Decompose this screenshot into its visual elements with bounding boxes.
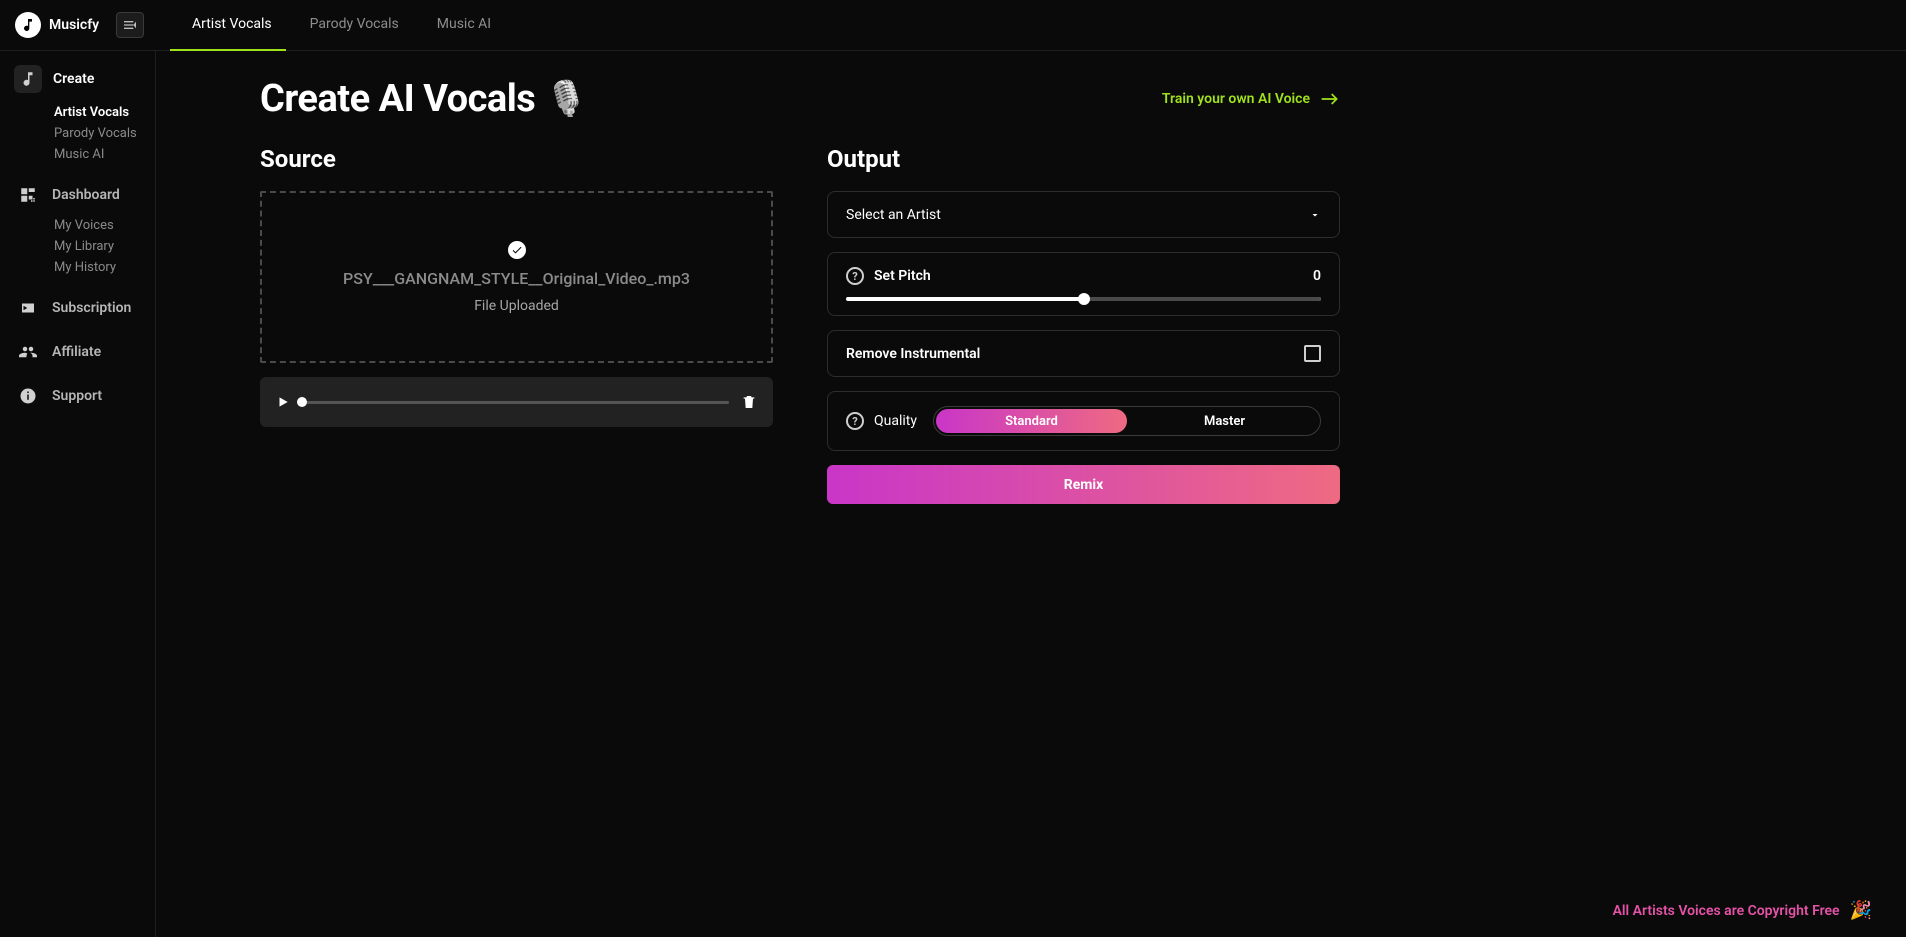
select-artist-dropdown[interactable]: Select an Artist	[827, 191, 1340, 238]
quality-standard[interactable]: Standard	[936, 409, 1127, 433]
sidebar-link-parody-vocals[interactable]: Parody Vocals	[54, 126, 141, 141]
quality-card: ? Quality Standard Master	[827, 391, 1340, 451]
play-icon	[276, 395, 290, 409]
pitch-value: 0	[1313, 268, 1321, 284]
pitch-card: ? Set Pitch 0	[827, 252, 1340, 316]
sidebar-item-affiliate[interactable]: Affiliate	[14, 341, 141, 363]
affiliate-icon	[17, 341, 39, 363]
tab-parody-vocals[interactable]: Parody Vocals	[310, 0, 399, 50]
uploaded-filename: PSY___GANGNAM_STYLE__Original_Video_.mp3	[343, 269, 690, 288]
playback-progress[interactable]	[302, 401, 729, 404]
sidebar-section-support: Support	[0, 385, 155, 407]
play-button[interactable]	[276, 395, 290, 409]
help-icon[interactable]: ?	[846, 412, 864, 430]
audio-player	[260, 377, 773, 427]
brand-name: Musicfy	[49, 17, 99, 33]
remove-instrumental-label: Remove Instrumental	[846, 346, 980, 362]
output-column: Output Select an Artist ? Set Pitch 0	[827, 145, 1340, 504]
output-heading: Output	[827, 145, 1340, 173]
quality-toggle: Standard Master	[933, 406, 1321, 436]
tab-artist-vocals[interactable]: Artist Vocals	[192, 0, 272, 50]
topbar: Musicfy Artist Vocals Parody Vocals Musi…	[0, 0, 1906, 51]
info-icon	[17, 385, 39, 407]
main-content: Create AI Vocals 🎙️ Train your own AI Vo…	[156, 51, 1906, 937]
sidebar-create-label: Create	[53, 71, 94, 87]
copyright-text: All Artists Voices are Copyright Free	[1613, 903, 1840, 919]
microphone-icon: 🎙️	[545, 79, 587, 119]
top-tabs: Artist Vocals Parody Vocals Music AI	[156, 0, 491, 50]
music-note-icon	[14, 65, 42, 93]
sidebar-dashboard-label: Dashboard	[52, 187, 120, 203]
pitch-slider[interactable]	[846, 297, 1321, 301]
pitch-label: Set Pitch	[874, 268, 931, 284]
pitch-track-right	[1084, 297, 1322, 301]
collapse-sidebar-button[interactable]	[116, 12, 144, 38]
help-icon[interactable]: ?	[846, 267, 864, 285]
sidebar-item-subscription[interactable]: Subscription	[14, 297, 141, 319]
arrow-right-icon	[1320, 91, 1340, 107]
page-title-text: Create AI Vocals	[260, 77, 535, 121]
pitch-thumb[interactable]	[1078, 293, 1090, 305]
sidebar-link-my-history[interactable]: My History	[54, 260, 141, 275]
sidebar-support-label: Support	[52, 388, 102, 404]
sidebar-section-affiliate: Affiliate	[0, 341, 155, 363]
train-voice-label: Train your own AI Voice	[1162, 91, 1310, 107]
copyright-note: All Artists Voices are Copyright Free 🎉	[1613, 900, 1872, 921]
delete-audio-button[interactable]	[741, 393, 757, 411]
dashboard-icon	[17, 184, 39, 206]
sidebar: Create Artist Vocals Parody Vocals Music…	[0, 51, 156, 937]
trash-icon	[741, 393, 757, 411]
page-title: Create AI Vocals 🎙️	[260, 77, 587, 121]
check-circle-icon	[508, 241, 526, 259]
logo-area: Musicfy	[0, 12, 156, 38]
source-heading: Source	[260, 145, 773, 173]
quality-master[interactable]: Master	[1129, 407, 1320, 435]
chevron-down-icon	[1309, 209, 1321, 221]
quality-label: Quality	[874, 413, 917, 429]
sidebar-section-dashboard: Dashboard My Voices My Library My Histor…	[0, 184, 155, 275]
sidebar-link-my-voices[interactable]: My Voices	[54, 218, 141, 233]
sidebar-item-create[interactable]: Create	[14, 65, 141, 93]
select-artist-label: Select an Artist	[846, 207, 941, 223]
sidebar-section-create: Create Artist Vocals Parody Vocals Music…	[0, 65, 155, 162]
sidebar-section-subscription: Subscription	[0, 297, 155, 319]
sidebar-subscription-label: Subscription	[52, 300, 131, 316]
sidebar-affiliate-label: Affiliate	[52, 344, 101, 360]
sidebar-link-music-ai[interactable]: Music AI	[54, 147, 141, 162]
sidebar-link-my-library[interactable]: My Library	[54, 239, 141, 254]
progress-thumb[interactable]	[297, 397, 307, 407]
subscription-icon	[17, 297, 39, 319]
train-voice-link[interactable]: Train your own AI Voice	[1162, 91, 1340, 107]
confetti-icon: 🎉	[1850, 900, 1872, 921]
remove-instrumental-card: Remove Instrumental	[827, 330, 1340, 377]
page-header: Create AI Vocals 🎙️ Train your own AI Vo…	[260, 77, 1340, 121]
file-upload-status: File Uploaded	[474, 298, 559, 314]
remix-label: Remix	[1064, 477, 1103, 493]
tab-music-ai[interactable]: Music AI	[437, 0, 491, 50]
remix-button[interactable]: Remix	[827, 465, 1340, 504]
remove-instrumental-checkbox[interactable]	[1304, 345, 1321, 362]
logo-icon	[15, 12, 41, 38]
sidebar-item-dashboard[interactable]: Dashboard	[14, 184, 141, 206]
sidebar-link-artist-vocals[interactable]: Artist Vocals	[54, 105, 141, 120]
file-dropzone[interactable]: PSY___GANGNAM_STYLE__Original_Video_.mp3…	[260, 191, 773, 363]
source-column: Source PSY___GANGNAM_STYLE__Original_Vid…	[260, 145, 773, 504]
sidebar-item-support[interactable]: Support	[14, 385, 141, 407]
